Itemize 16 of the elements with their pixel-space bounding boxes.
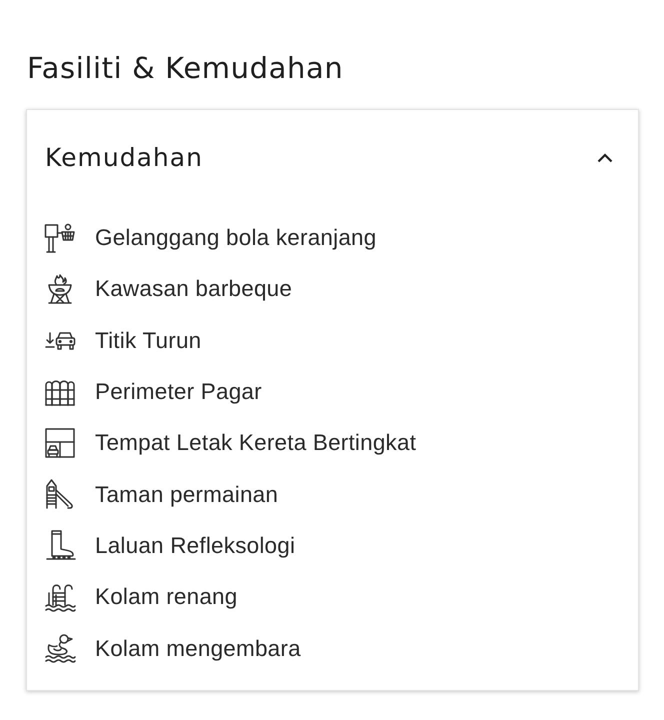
amenity-label: Tempat Letak Kereta Bertingkat xyxy=(95,429,416,456)
amenity-label: Laluan Refleksologi xyxy=(95,532,296,559)
amenity-label: Kolam mengembara xyxy=(95,634,301,662)
section-title: Fasiliti & Kemudahan xyxy=(27,50,344,86)
amenity-label: Perimeter Pagar xyxy=(95,378,262,406)
accordion-header[interactable]: Kemudahan xyxy=(27,110,638,191)
parking-garage-icon xyxy=(44,426,76,459)
amenity-label: Taman permainan xyxy=(95,480,278,508)
boot-icon xyxy=(44,529,76,562)
amenity-label: Titik Turun xyxy=(95,326,202,354)
amenity-label: Kawasan barbeque xyxy=(95,275,292,302)
amenity-label: Kolam renang xyxy=(95,583,238,610)
basketball-hoop-icon xyxy=(44,222,76,254)
duck-icon xyxy=(44,632,76,664)
amenity-label: Gelanggang bola keranjang xyxy=(95,224,376,252)
slide-icon xyxy=(44,478,76,510)
